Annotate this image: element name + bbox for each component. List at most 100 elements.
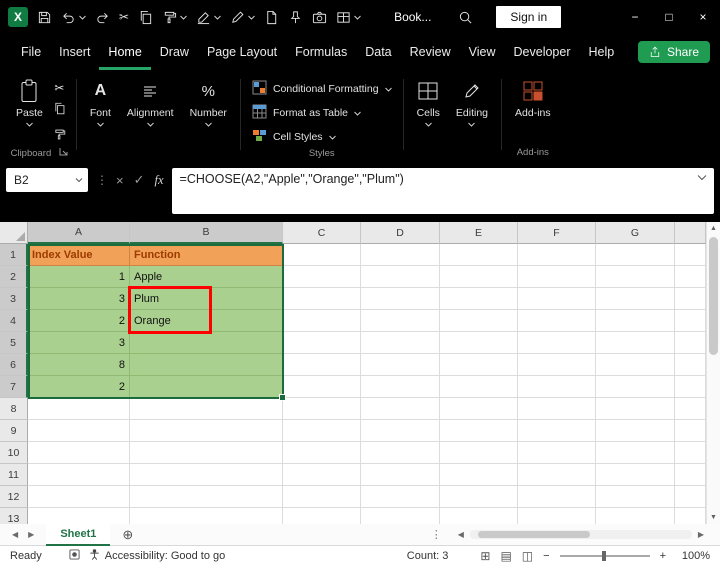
cell-G5[interactable] <box>596 332 675 354</box>
scroll-left-icon[interactable]: ◀ <box>458 530 464 539</box>
maximize-button[interactable]: □ <box>652 0 686 34</box>
cell-F5[interactable] <box>518 332 596 354</box>
cell-F1[interactable] <box>518 244 596 266</box>
cell-A3[interactable]: 3 <box>28 288 130 310</box>
column-header-F[interactable]: F <box>518 222 596 244</box>
cell-C8[interactable] <box>283 398 361 420</box>
cell-B7[interactable] <box>130 376 283 398</box>
cell-E8[interactable] <box>440 398 518 420</box>
expand-formula-bar-icon[interactable] <box>697 174 707 181</box>
cell-C12[interactable] <box>283 486 361 508</box>
normal-view-icon[interactable]: ⊞ <box>480 550 490 562</box>
cell-G4[interactable] <box>596 310 675 332</box>
cut-icon[interactable]: ✂ <box>54 82 64 94</box>
cell-D3[interactable] <box>361 288 440 310</box>
font-menu-button[interactable]: A Font <box>82 73 119 160</box>
cell-G3[interactable] <box>596 288 675 310</box>
name-box[interactable]: B2 <box>6 168 88 192</box>
cell-F6[interactable] <box>518 354 596 376</box>
cut-icon[interactable]: ✂ <box>119 11 129 23</box>
vertical-dots-icon[interactable]: ⋮ <box>431 528 442 541</box>
cell-C7[interactable] <box>283 376 361 398</box>
scroll-right-icon[interactable]: ▶ <box>698 530 704 539</box>
tab-view[interactable]: View <box>460 34 505 70</box>
page-layout-view-icon[interactable]: ▤ <box>500 550 511 562</box>
column-header-D[interactable]: D <box>361 222 440 244</box>
row-header-7[interactable]: 7 <box>0 376 28 398</box>
cell-G10[interactable] <box>596 442 675 464</box>
fill-handle[interactable] <box>279 394 286 401</box>
cancel-icon[interactable]: × <box>116 173 124 188</box>
cell-C1[interactable] <box>283 244 361 266</box>
cell-D9[interactable] <box>361 420 440 442</box>
zoom-slider[interactable] <box>559 551 650 561</box>
dialog-launcher-icon[interactable] <box>59 147 68 159</box>
cell-B6[interactable] <box>130 354 283 376</box>
tab-insert[interactable]: Insert <box>50 34 99 70</box>
format-painter-icon[interactable] <box>162 10 177 25</box>
cell-E4[interactable] <box>440 310 518 332</box>
row-header-3[interactable]: 3 <box>0 288 28 310</box>
formula-input[interactable]: =CHOOSE(A2,"Apple","Orange","Plum") <box>171 168 714 214</box>
cell-C4[interactable] <box>283 310 361 332</box>
undo-icon[interactable] <box>61 10 76 25</box>
chevron-down-icon[interactable] <box>248 15 255 20</box>
highlighter-icon[interactable] <box>196 10 211 25</box>
cell-E5[interactable] <box>440 332 518 354</box>
cell-D11[interactable] <box>361 464 440 486</box>
row-header-13[interactable]: 13 <box>0 508 28 524</box>
cell-E10[interactable] <box>440 442 518 464</box>
cell-F10[interactable] <box>518 442 596 464</box>
table-icon[interactable] <box>336 10 351 25</box>
add-sheet-icon[interactable]: ⊕ <box>122 528 133 541</box>
horizontal-scroll-thumb[interactable] <box>477 531 590 538</box>
cell-C13[interactable] <box>283 508 361 524</box>
row-header-6[interactable]: 6 <box>0 354 28 376</box>
sheet-tab-sheet1[interactable]: Sheet1 <box>46 523 111 546</box>
column-header-B[interactable]: B <box>130 222 283 244</box>
cell-G13[interactable] <box>596 508 675 524</box>
row-header-5[interactable]: 5 <box>0 332 28 354</box>
cell-D12[interactable] <box>361 486 440 508</box>
zoom-out-icon[interactable]: − <box>543 550 549 562</box>
tab-file[interactable]: File <box>12 34 50 70</box>
format-painter-icon[interactable] <box>53 128 66 146</box>
cell-A11[interactable] <box>28 464 130 486</box>
share-button[interactable]: Share <box>637 41 710 63</box>
cell-G6[interactable] <box>596 354 675 376</box>
row-header-12[interactable]: 12 <box>0 486 28 508</box>
cell-E6[interactable] <box>440 354 518 376</box>
cell-styles-button[interactable]: Cell Styles <box>252 128 392 146</box>
tab-help[interactable]: Help <box>580 34 624 70</box>
cell-A6[interactable]: 8 <box>28 354 130 376</box>
cell-C11[interactable] <box>283 464 361 486</box>
next-sheet-icon[interactable]: ▶ <box>28 530 34 539</box>
cell-G9[interactable] <box>596 420 675 442</box>
row-header-9[interactable]: 9 <box>0 420 28 442</box>
search-icon[interactable] <box>458 10 473 25</box>
page-break-view-icon[interactable]: ◫ <box>522 550 533 562</box>
cell-F7[interactable] <box>518 376 596 398</box>
cell-E12[interactable] <box>440 486 518 508</box>
cell-G12[interactable] <box>596 486 675 508</box>
cell-D13[interactable] <box>361 508 440 524</box>
minimize-button[interactable]: − <box>618 0 652 34</box>
tab-formulas[interactable]: Formulas <box>286 34 356 70</box>
pin-icon[interactable] <box>288 10 303 25</box>
alignment-menu-button[interactable]: Alignment <box>119 73 182 160</box>
cell-G7[interactable] <box>596 376 675 398</box>
cell-D5[interactable] <box>361 332 440 354</box>
cell-E7[interactable] <box>440 376 518 398</box>
cell-C6[interactable] <box>283 354 361 376</box>
cell-D8[interactable] <box>361 398 440 420</box>
number-menu-button[interactable]: % Number <box>182 73 235 160</box>
cell-E3[interactable] <box>440 288 518 310</box>
zoom-slider-thumb[interactable] <box>601 551 606 561</box>
close-button[interactable]: × <box>686 0 720 34</box>
cell-D10[interactable] <box>361 442 440 464</box>
cell-C2[interactable] <box>283 266 361 288</box>
copy-icon[interactable] <box>138 10 153 25</box>
cell-B13[interactable] <box>130 508 283 524</box>
cell-C3[interactable] <box>283 288 361 310</box>
cell-F8[interactable] <box>518 398 596 420</box>
